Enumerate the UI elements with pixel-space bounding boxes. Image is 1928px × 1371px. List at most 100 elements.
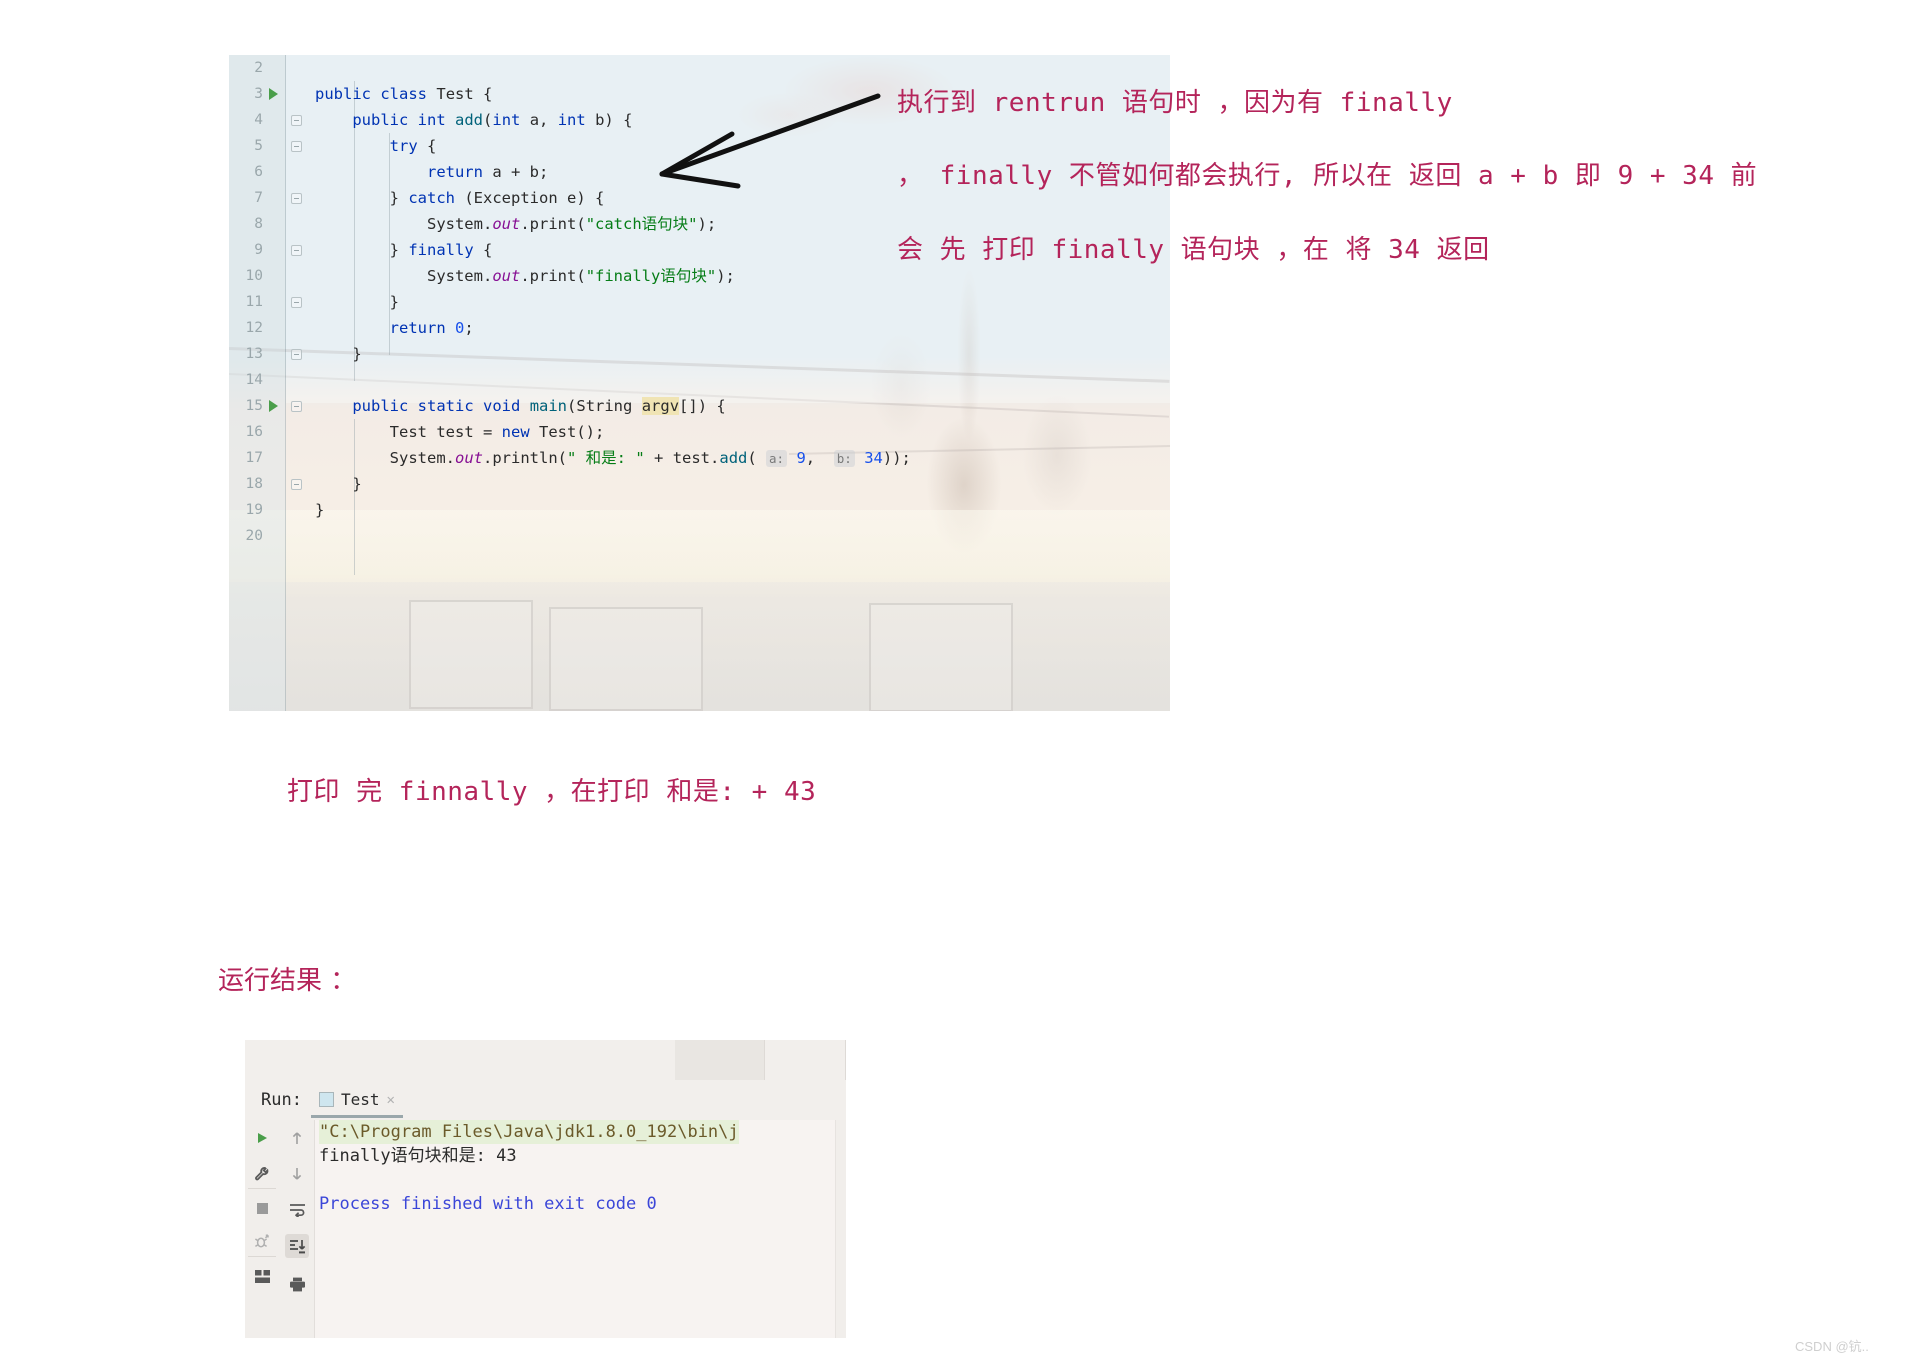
console-body: "C:\Program Files\Java\jdk1.8.0_192\bin\… xyxy=(245,1120,846,1338)
wrench-icon[interactable] xyxy=(250,1162,274,1186)
console-output-text: Process finished with exit code 0 xyxy=(319,1194,657,1214)
line-number: 12 xyxy=(245,320,263,336)
toolbar-divider xyxy=(248,1188,276,1189)
fold-toggle-icon[interactable] xyxy=(291,115,302,126)
code-text: System.out.print("finally语句块"); xyxy=(426,267,735,285)
console-output-line: finally语句块和是: 43 xyxy=(319,1144,838,1168)
section-heading: 运行结果 ： xyxy=(218,966,357,996)
code-line[interactable]: 11 } xyxy=(229,289,1170,315)
code-line[interactable]: 17 System.out.println(" 和是: " + test.add… xyxy=(229,445,1170,471)
line-number: 16 xyxy=(245,424,263,440)
line-number: 3 xyxy=(254,86,263,102)
line-number: 4 xyxy=(254,112,263,128)
code-line[interactable]: 10 System.out.print("finally语句块"); xyxy=(229,263,1170,289)
code-text: System.out.print("catch语句块"); xyxy=(426,215,717,233)
run-label: Run: xyxy=(261,1090,302,1110)
run-gutter-icon[interactable] xyxy=(269,88,278,100)
console-toolbar-right xyxy=(279,1120,315,1338)
annotation-line-3: 会 先 打印 finally 语句块 ，在 将 34 返回 xyxy=(897,235,1490,265)
code-text: public int add(int a, int b) { xyxy=(352,111,633,129)
code-editor-screenshot: 2 3 public class Test { 4 public int add(in… xyxy=(229,55,1170,711)
code-text: } xyxy=(315,475,362,493)
code-line[interactable]: 18 } xyxy=(229,471,1170,497)
scroll-to-end-icon[interactable] xyxy=(285,1234,309,1258)
code-line[interactable]: 20 xyxy=(229,523,1170,549)
fold-toggle-icon[interactable] xyxy=(291,141,302,152)
code-line[interactable]: 14 xyxy=(229,367,1170,393)
annotation-line-1: 执行到 rentrun 语句时 ，因为有 finally xyxy=(897,88,1453,118)
run-gutter-icon[interactable] xyxy=(269,400,278,412)
console-output-text: "C:\Program Files\Java\jdk1.8.0_192\bin\… xyxy=(319,1120,739,1144)
print-icon[interactable] xyxy=(285,1272,309,1296)
console-output: "C:\Program Files\Java\jdk1.8.0_192\bin\… xyxy=(319,1120,838,1216)
fold-toggle-icon[interactable] xyxy=(291,349,302,360)
code-line[interactable]: 2 xyxy=(229,55,1170,81)
console-output-text: finally语句块和是: 43 xyxy=(319,1146,517,1166)
console-toolbar-left xyxy=(245,1120,280,1338)
line-number: 5 xyxy=(254,138,263,154)
code-text: return 0; xyxy=(389,319,474,337)
tab-label: Test xyxy=(341,1090,380,1109)
soft-wrap-icon[interactable] xyxy=(285,1198,309,1222)
code-line[interactable]: 19} xyxy=(229,497,1170,523)
code-line[interactable]: 12 return 0; xyxy=(229,315,1170,341)
line-number: 7 xyxy=(254,190,263,206)
code-text: System.out.println(" 和是: " + test.add( a… xyxy=(389,449,911,467)
line-number: 2 xyxy=(254,60,263,76)
layout-icon[interactable] xyxy=(250,1264,274,1288)
scroll-up-icon[interactable] xyxy=(285,1126,309,1150)
code-text: public class Test { xyxy=(315,85,493,103)
annotation-line-2: ， finally 不管如何都会执行, 所以在 返回 a + b 即 9 + 3… xyxy=(897,161,1758,191)
close-icon[interactable]: ✕ xyxy=(387,1092,395,1108)
line-number: 13 xyxy=(245,346,263,362)
console-tabbar: Run: Test ✕ xyxy=(245,1080,846,1120)
code-line[interactable]: 13 } xyxy=(229,341,1170,367)
fold-toggle-icon[interactable] xyxy=(291,479,302,490)
fold-toggle-icon[interactable] xyxy=(291,193,302,204)
console-output-line: Process finished with exit code 0 xyxy=(319,1192,838,1216)
line-number: 10 xyxy=(245,268,263,284)
code-text: } finally { xyxy=(315,241,493,259)
watermark: CSDN @钪.. xyxy=(1795,1339,1869,1354)
line-number: 15 xyxy=(245,398,263,414)
console-tab-icon xyxy=(319,1092,334,1107)
line-number: 19 xyxy=(245,502,263,518)
code-text: } xyxy=(315,501,325,519)
code-text: } xyxy=(315,293,399,311)
console-output-text xyxy=(319,1170,329,1190)
topbar-segment xyxy=(765,1040,846,1080)
run-icon[interactable] xyxy=(250,1126,274,1150)
console-scrollbar[interactable] xyxy=(835,1120,846,1338)
line-number: 17 xyxy=(245,450,263,466)
line-number: 20 xyxy=(245,528,263,544)
fold-toggle-icon[interactable] xyxy=(291,245,302,256)
fold-toggle-icon[interactable] xyxy=(291,401,302,412)
line-number: 11 xyxy=(245,294,263,310)
code-text: return a + b; xyxy=(426,163,549,181)
code-line[interactable]: 15 public static void main(String argv[]… xyxy=(229,393,1170,419)
fold-toggle-icon[interactable] xyxy=(291,297,302,308)
toolbar-divider xyxy=(248,1256,276,1257)
code-line[interactable]: 16 Test test = new Test(); xyxy=(229,419,1170,445)
scroll-down-icon[interactable] xyxy=(285,1162,309,1186)
run-console-panel: Run: Test ✕ "C:\Program Files\Java\jdk1.… xyxy=(245,1040,846,1338)
line-number: 8 xyxy=(254,216,263,232)
console-topbar xyxy=(245,1040,846,1081)
stop-icon[interactable] xyxy=(250,1196,274,1220)
console-output-line xyxy=(319,1168,838,1192)
code-text: } xyxy=(315,345,362,363)
code-text: try { xyxy=(389,137,437,155)
line-number: 18 xyxy=(245,476,263,492)
line-number: 9 xyxy=(254,242,263,258)
line-number: 14 xyxy=(245,372,263,388)
topbar-segment xyxy=(675,1040,765,1080)
annotation-below-code: 打印 完 finnally ，在打印 和是: + 43 xyxy=(287,777,817,807)
code-text: public static void main(String argv[]) { xyxy=(352,397,726,415)
code-text: Test test = new Test(); xyxy=(389,423,605,441)
code-text: } catch (Exception e) { xyxy=(315,189,605,207)
console-output-line: "C:\Program Files\Java\jdk1.8.0_192\bin\… xyxy=(319,1120,838,1144)
code-lines-container: 2 3 public class Test { 4 public int add(in… xyxy=(229,55,1170,549)
line-number: 6 xyxy=(254,164,263,180)
debug-icon[interactable] xyxy=(250,1230,274,1254)
tab-test[interactable]: Test ✕ xyxy=(311,1084,403,1118)
